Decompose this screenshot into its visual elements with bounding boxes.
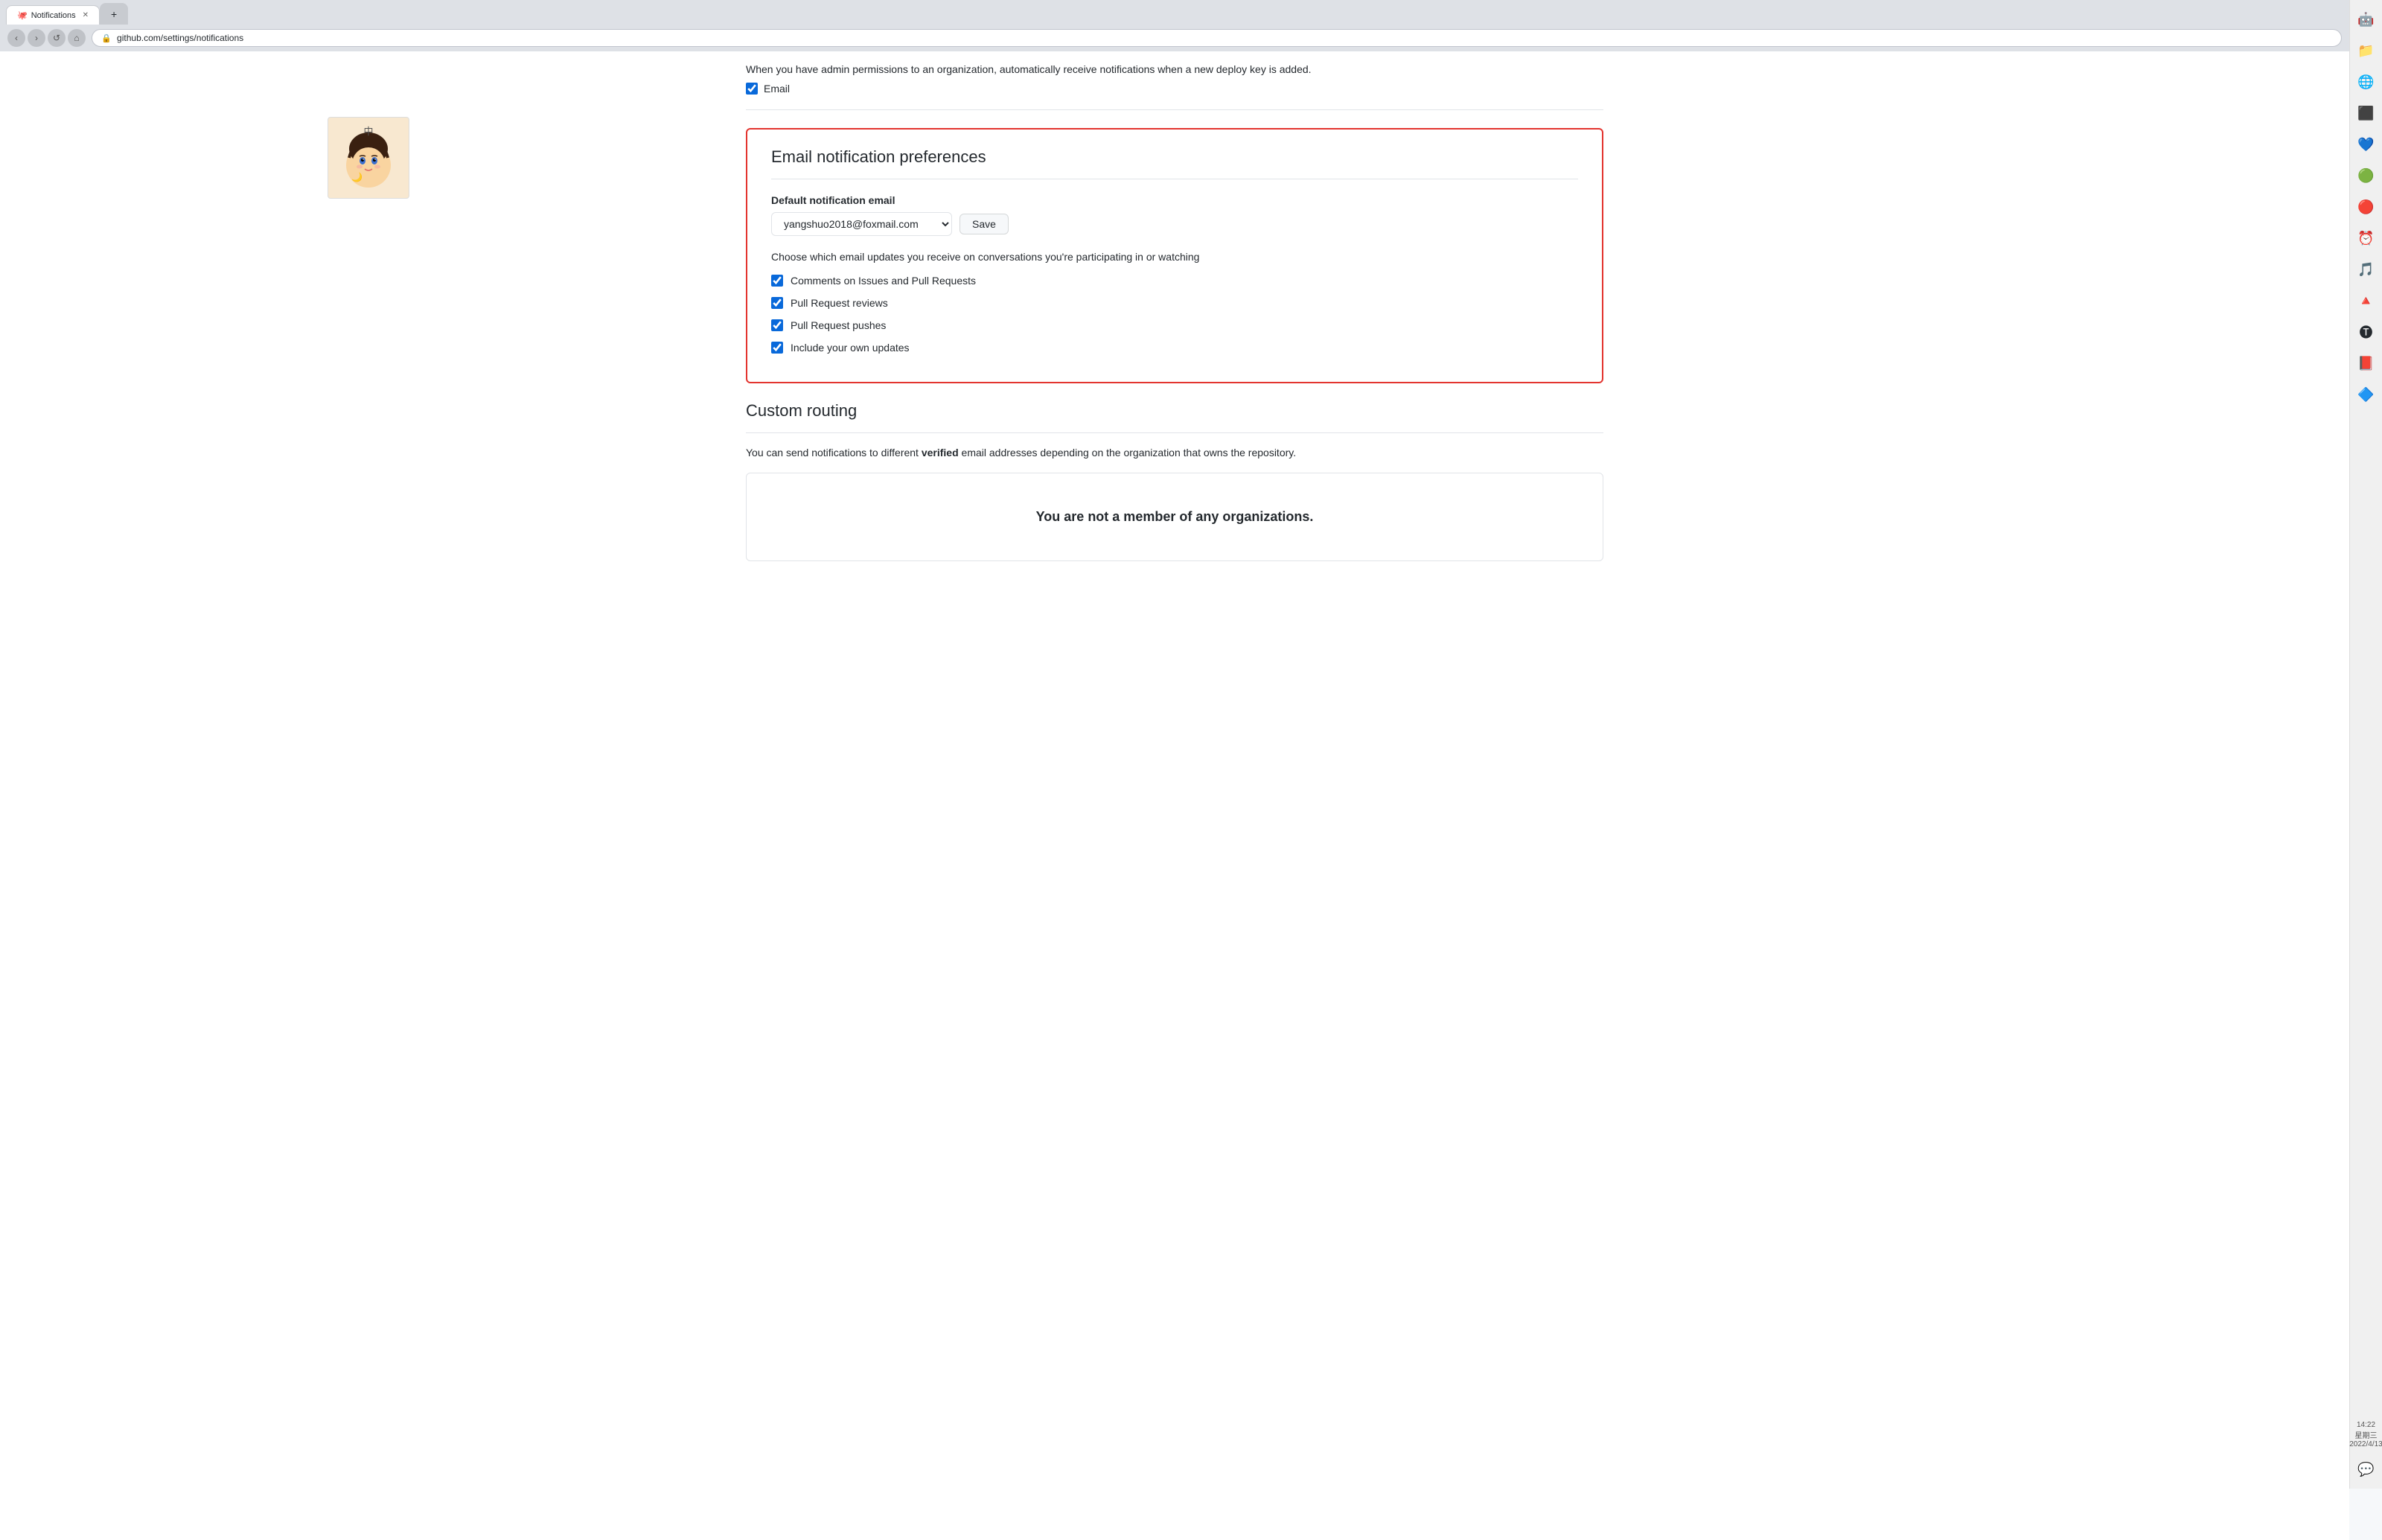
sidebar-icon-rider[interactable]: 🔴 xyxy=(2353,194,2380,220)
sidebar-chat-icon[interactable]: 💬 xyxy=(2353,1456,2380,1483)
own-updates-label: Include your own updates xyxy=(791,342,910,354)
org-empty-text: You are not a member of any organization… xyxy=(764,509,1585,525)
sidebar-icon-edge[interactable]: 🔷 xyxy=(2353,381,2380,408)
pr-reviews-label: Pull Request reviews xyxy=(791,297,888,309)
back-button[interactable]: ‹ xyxy=(7,29,25,47)
home-button[interactable]: ⌂ xyxy=(68,29,86,47)
deploy-key-email-checkbox[interactable] xyxy=(746,83,758,95)
right-sidebar: 🤖 📁 🌐 ⬛ 💙 🟢 🔴 ⏰ 🎵 🔺 🅣 📕 🔷 14:22 星期三 2022… xyxy=(2349,0,2382,1489)
sidebar-icon-music[interactable]: 🎵 xyxy=(2353,256,2380,283)
tab-close-icon[interactable]: ✕ xyxy=(83,11,89,19)
sidebar-icon-pycharm[interactable]: 🟢 xyxy=(2353,162,2380,189)
svg-text:🌙: 🌙 xyxy=(351,172,363,182)
new-tab-icon: + xyxy=(111,8,117,20)
email-prefs-title: Email notification preferences xyxy=(771,147,1578,179)
email-prefs-box: Email notification preferences Default n… xyxy=(746,128,1603,383)
deploy-key-section: When you have admin permissions to an or… xyxy=(746,51,1603,110)
forward-button[interactable]: › xyxy=(28,29,45,47)
comments-label: Comments on Issues and Pull Requests xyxy=(791,275,976,287)
sidebar-icon-terminal[interactable]: ⬛ xyxy=(2353,100,2380,127)
choose-text: Choose which email updates you receive o… xyxy=(771,251,1578,263)
reload-button[interactable]: ↺ xyxy=(48,29,66,47)
routing-description: You can send notifications to different … xyxy=(746,445,1603,461)
deploy-key-email-row: Email xyxy=(746,83,1603,95)
org-empty-box: You are not a member of any organization… xyxy=(746,473,1603,561)
date-display: 2022/4/13 xyxy=(2349,1440,2382,1448)
active-tab[interactable]: 🐙 Notifications ✕ xyxy=(6,5,100,25)
sidebar-icon-copilot[interactable]: 🤖 xyxy=(2353,6,2380,33)
time-display: 14:22 xyxy=(2349,1421,2382,1429)
email-field-row: yangshuo2018@foxmail.com Save xyxy=(771,212,1578,236)
default-email-label: Default notification email xyxy=(771,194,1578,206)
sidebar-icon-typora[interactable]: 🅣 xyxy=(2353,319,2380,345)
email-select[interactable]: yangshuo2018@foxmail.com xyxy=(771,212,952,236)
address-bar[interactable]: 🔒 github.com/settings/notifications xyxy=(92,29,2342,47)
checkbox-item-2: Pull Request reviews xyxy=(771,297,1578,309)
sidebar-icon-acrobat[interactable]: 📕 xyxy=(2353,350,2380,377)
new-tab[interactable]: + xyxy=(100,3,128,25)
custom-routing-section: Custom routing You can send notification… xyxy=(746,401,1603,561)
comments-checkbox[interactable] xyxy=(771,275,783,287)
system-tray: 14:22 星期三 2022/4/13 xyxy=(2346,1418,2382,1451)
pr-pushes-checkbox[interactable] xyxy=(771,319,783,331)
checkbox-item-3: Pull Request pushes xyxy=(771,319,1578,331)
deploy-key-email-label: Email xyxy=(764,83,790,95)
url-text: github.com/settings/notifications xyxy=(117,33,243,43)
popup-label: 中 xyxy=(363,124,373,138)
sidebar-icon-folder[interactable]: 📁 xyxy=(2353,37,2380,64)
checkbox-list: Comments on Issues and Pull Requests Pul… xyxy=(771,275,1578,354)
checkbox-item-4: Include your own updates xyxy=(771,342,1578,354)
pr-reviews-checkbox[interactable] xyxy=(771,297,783,309)
sidebar-icon-arcanist[interactable]: 🔺 xyxy=(2353,287,2380,314)
sidebar-icon-clock[interactable]: ⏰ xyxy=(2353,225,2380,252)
day-display: 星期三 xyxy=(2349,1429,2382,1440)
lock-icon: 🔒 xyxy=(101,34,112,43)
deploy-key-description: When you have admin permissions to an or… xyxy=(746,63,1603,75)
sidebar-icon-vscode[interactable]: 💙 xyxy=(2353,131,2380,158)
custom-routing-title: Custom routing xyxy=(746,401,1603,433)
tab-label: Notifications xyxy=(31,11,76,20)
sidebar-icon-chrome[interactable]: 🌐 xyxy=(2353,68,2380,95)
own-updates-checkbox[interactable] xyxy=(771,342,783,354)
tab-favicon: 🐙 xyxy=(17,10,28,20)
pr-pushes-label: Pull Request pushes xyxy=(791,319,886,331)
save-button[interactable]: Save xyxy=(959,214,1009,234)
checkbox-item-1: Comments on Issues and Pull Requests xyxy=(771,275,1578,287)
verified-bold: verified xyxy=(922,447,959,459)
popup-overlay: 中 xyxy=(328,117,409,199)
